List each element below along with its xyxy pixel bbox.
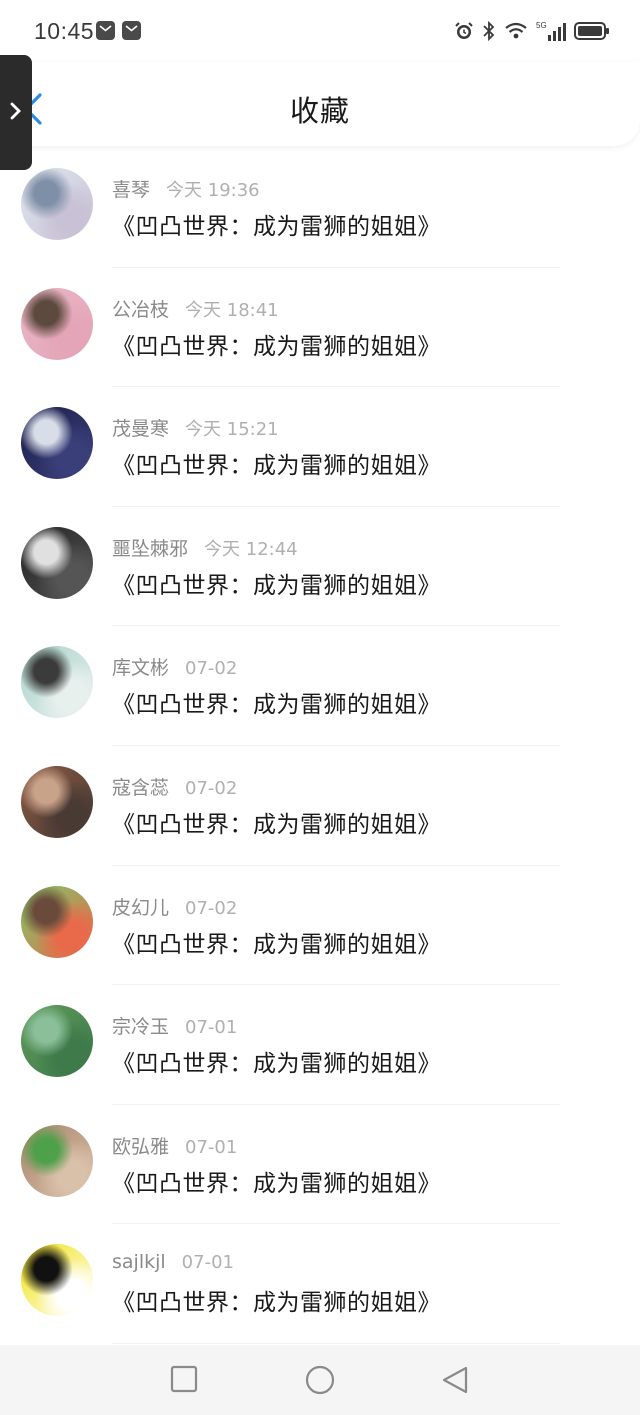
status-bar: 10:45 5G: [0, 0, 640, 62]
list-item[interactable]: 皮幻儿 07-02 《凹凸世界：成为雷狮的姐姐》: [0, 866, 640, 986]
home-button[interactable]: [305, 1365, 335, 1399]
app-header: 收藏: [0, 62, 640, 146]
user-name-text: 噩坠棘邪: [112, 537, 189, 560]
timestamp: 今天 12:44: [204, 538, 298, 560]
list-item[interactable]: sajlkjl 07-01 《凹凸世界：成为雷狮的姐姐》: [0, 1224, 640, 1344]
user-name: 皮幻儿 07-02: [112, 893, 237, 920]
favorites-list: 喜琴 今天 19:36 《凹凸世界：成为雷狮的姐姐》 公冶枝 今天 18:41 《凹凸世界…: [0, 148, 640, 1344]
page-title: 收藏: [289, 94, 350, 128]
user-name-text: sajlkjl: [112, 1251, 166, 1274]
avatar[interactable]: [21, 168, 93, 240]
list-item[interactable]: 公冶枝 今天 18:41 《凹凸世界：成为雷狮的姐姐》: [0, 268, 640, 388]
recent-apps-button[interactable]: [170, 1365, 198, 1397]
system-navigation-bar: [0, 1345, 640, 1415]
user-name: 茂曼寒 今天 15:21: [112, 414, 279, 441]
avatar[interactable]: [21, 287, 93, 360]
book-title[interactable]: 《凹凸世界：成为雷狮的姐姐》: [112, 1164, 441, 1198]
battery-icon: [574, 21, 610, 41]
avatar[interactable]: [21, 885, 93, 958]
timestamp: 07-02: [185, 777, 238, 799]
user-name-text: 皮幻儿: [112, 896, 170, 919]
timestamp: 今天 15:21: [185, 419, 279, 441]
list-item[interactable]: 茂曼寒 今天 15:21 《凹凸世界：成为雷狮的姐姐》: [0, 387, 640, 507]
cellular-signal-icon: 5G: [536, 20, 566, 42]
timestamp: 今天 18:41: [185, 299, 279, 321]
avatar[interactable]: [21, 1005, 93, 1078]
timestamp: 今天 19:36: [166, 180, 260, 201]
user-name-text: 库文彬: [112, 657, 170, 680]
side-panel-handle[interactable]: [0, 55, 32, 170]
user-name: 噩坠棘邪 今天 12:44: [112, 534, 298, 561]
timestamp: 07-02: [185, 658, 238, 680]
user-name: 宗冷玉 07-01: [112, 1012, 237, 1039]
mail-notification-icon: [122, 21, 141, 40]
svg-text:5G: 5G: [536, 21, 547, 30]
book-title[interactable]: 《凹凸世界：成为雷狮的姐姐》: [112, 327, 441, 361]
chevron-right-icon: [10, 102, 21, 120]
list-item[interactable]: 库文彬 07-02 《凹凸世界：成为雷狮的姐姐》: [0, 626, 640, 746]
user-name-text: 茂曼寒: [112, 418, 170, 441]
avatar[interactable]: [21, 1244, 93, 1317]
list-item[interactable]: 宗冷玉 07-01 《凹凸世界：成为雷狮的姐姐》: [0, 985, 640, 1105]
list-item[interactable]: 寇含蕊 07-02 《凹凸世界：成为雷狮的姐姐》: [0, 746, 640, 866]
user-name: 库文彬 07-02: [112, 653, 237, 680]
avatar[interactable]: [21, 407, 93, 480]
user-name: sajlkjl 07-01: [112, 1251, 234, 1273]
user-name-text: 宗冷玉: [112, 1016, 170, 1039]
mail-notification-icon: [96, 21, 115, 40]
avatar[interactable]: [21, 646, 93, 719]
back-button[interactable]: [441, 1365, 469, 1399]
timestamp: 07-01: [181, 1252, 234, 1274]
book-title[interactable]: 《凹凸世界：成为雷狮的姐姐》: [112, 685, 441, 719]
list-item[interactable]: 喜琴 今天 19:36 《凹凸世界：成为雷狮的姐姐》: [0, 148, 640, 268]
user-name: 公冶枝 今天 18:41: [112, 295, 279, 322]
user-name: 欧弘雅 07-01: [112, 1132, 237, 1159]
user-name: 喜琴 今天 19:36: [112, 175, 260, 202]
bluetooth-icon: [482, 20, 496, 42]
status-time: 10:45: [34, 18, 95, 44]
user-name-text: 欧弘雅: [112, 1135, 170, 1158]
book-title[interactable]: 《凹凸世界：成为雷狮的姐姐》: [112, 566, 441, 600]
book-title[interactable]: 《凹凸世界：成为雷狮的姐姐》: [112, 1044, 441, 1078]
user-name-text: 公冶枝: [112, 298, 170, 321]
list-item[interactable]: 欧弘雅 07-01 《凹凸世界：成为雷狮的姐姐》: [0, 1105, 640, 1225]
user-name-text: 喜琴: [112, 179, 151, 201]
timestamp: 07-02: [185, 897, 238, 919]
wifi-icon: [504, 21, 528, 41]
alarm-icon: [454, 21, 474, 41]
book-title[interactable]: 《凹凸世界：成为雷狮的姐姐》: [112, 1283, 441, 1317]
divider: [112, 1342, 560, 1344]
user-name-text: 寇含蕊: [112, 776, 170, 799]
avatar[interactable]: [21, 765, 93, 838]
book-title[interactable]: 《凹凸世界：成为雷狮的姐姐》: [112, 446, 441, 480]
avatar[interactable]: [21, 1124, 93, 1197]
avatar[interactable]: [21, 526, 93, 599]
book-title[interactable]: 《凹凸世界：成为雷狮的姐姐》: [112, 207, 441, 241]
list-item[interactable]: 噩坠棘邪 今天 12:44 《凹凸世界：成为雷狮的姐姐》: [0, 507, 640, 627]
book-title[interactable]: 《凹凸世界：成为雷狮的姐姐》: [112, 925, 441, 959]
user-name: 寇含蕊 07-02: [112, 773, 237, 800]
book-title[interactable]: 《凹凸世界：成为雷狮的姐姐》: [112, 805, 441, 839]
timestamp: 07-01: [185, 1136, 238, 1158]
timestamp: 07-01: [185, 1017, 238, 1039]
